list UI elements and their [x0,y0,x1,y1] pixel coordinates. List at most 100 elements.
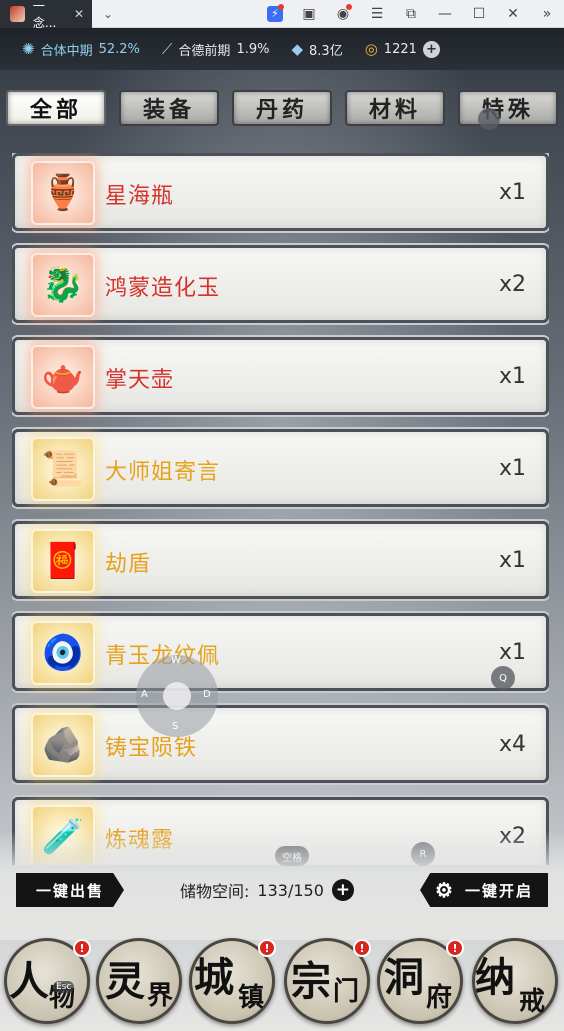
tab-materials[interactable]: 材料 [345,90,445,126]
key-d: D [203,689,211,700]
nav-character-big: 人 [9,958,49,1005]
gear-icon: ⚙ [435,878,455,902]
key-s: S [172,721,179,732]
key-w: W [171,655,181,666]
item-name: 鸿蒙造化玉 [105,276,221,301]
nav-cave-big: 洞 [384,954,424,1001]
tab-equipment[interactable]: 装备 [119,90,219,126]
nav-town-big: 城 [194,954,234,1001]
gourd-bottle-icon: 🏺 [31,161,95,225]
nav-spirit-realm-small: 界 [147,981,174,1011]
key-q[interactable]: Q [491,666,515,690]
list-item[interactable]: 🧧 劫盾 x1 [12,521,549,599]
nav-storage-ring-small: 戒 [519,987,546,1017]
sword-icon: ⟋ [161,40,173,58]
sell-all-button[interactable]: 一键出售 [16,873,124,907]
nav-storage-ring-big: 纳 [475,954,515,1001]
nav-spirit-realm-big: 灵 [105,958,145,1005]
joystick-thumb[interactable] [163,682,191,710]
tab-special[interactable]: 特殊 [458,90,558,126]
nav-sect-small: 门 [333,977,360,1007]
key-a: A [141,689,148,700]
coin-icon: ◎ [364,40,378,58]
letter-icon: 📜 [31,437,95,501]
wasd-joystick[interactable]: W A S D [136,655,218,737]
app-tab[interactable]: 一念... ✕ [0,0,92,30]
item-name: 大师姐寄言 [105,460,221,485]
nav-town-small: 镇 [238,983,265,1013]
alert-badge: ! [73,939,91,957]
key-esc: Esc [53,981,75,993]
user-account-icon[interactable]: ◉ [326,0,360,28]
nav-spirit-realm-button[interactable]: 灵 界 [96,938,182,1024]
spirit-crystal-icon: ◆ [291,40,304,58]
minimize-icon[interactable]: — [428,0,462,28]
tab-dropdown-icon[interactable]: ⌄ [92,7,124,21]
storage-label: 储物空间: [180,882,250,901]
item-quantity: x2 [498,272,526,297]
keymap-hint-dot [478,108,500,130]
window-titlebar: 一念... ✕ ⌄ ⚡ ▣ ◉ ☰ ⧉ — ☐ ✕ » [0,0,564,30]
talisman-scroll-icon: 🧧 [31,529,95,593]
item-list[interactable]: 🏺 星海瓶 x1 🐉 鸿蒙造化玉 x2 🫖 掌天壶 x1 📜 大师姐寄言 x1 … [12,153,549,865]
item-quantity: x1 [498,364,526,389]
screenshot-icon[interactable]: ⧉ [394,0,428,28]
nav-sect-big: 宗 [291,958,331,1005]
spirit-stone-value: 8.3亿 [309,43,343,59]
spirit-stone-count: ◆ 8.3亿 [291,40,342,59]
expand-storage-button[interactable]: + [331,879,354,901]
list-item[interactable]: 📜 大师姐寄言 x1 [12,429,549,507]
item-quantity: x1 [498,640,526,665]
item-quantity: x1 [498,180,526,205]
realm1-pct: 52.2% [98,41,140,57]
currency-count: ◎ 1221 + [365,40,440,58]
menu-icon[interactable]: ☰ [360,0,394,28]
jade-pendant-icon: 🧿 [31,621,95,685]
bottom-navigation: 人 物 Esc ! 灵 界 城 镇 ! 宗 门 ! 洞 府 ! 纳 戒 [0,934,564,1031]
lightning-icon[interactable]: ⚡ [258,0,292,28]
app-tab-title: 一念... [32,0,57,30]
realm-progress-2: ⟋ 合德前期 1.9% [162,40,270,59]
meteorite-ore-icon: 🪨 [31,713,95,777]
storage-value: 133/150 [257,880,324,900]
item-quantity: x1 [498,456,526,481]
currency-value: 1221 [383,41,417,57]
list-item[interactable]: 🐉 鸿蒙造化玉 x2 [12,245,549,323]
inventory-screen: 全部 装备 丹药 材料 特殊 🏺 星海瓶 x1 🐉 鸿蒙造化玉 x2 🫖 掌天壶… [0,70,564,1031]
app-logo-icon [10,5,25,22]
teapot-icon: 🫖 [31,345,95,409]
list-item[interactable]: 🫖 掌天壶 x1 [12,337,549,415]
item-name: 掌天壶 [105,368,175,393]
gift-box-icon[interactable]: ▣ [292,0,326,28]
nav-cave-button[interactable]: 洞 府 ! [377,938,464,1024]
storage-capacity: 储物空间: 133/150 + [180,878,354,902]
tab-pills[interactable]: 丹药 [232,90,332,126]
realm1-name: 合体中期 [40,43,93,59]
item-quantity: x1 [498,548,526,573]
add-currency-button[interactable]: + [422,40,440,58]
list-item[interactable]: 🪨 铸宝陨铁 x4 [12,705,549,783]
item-name: 劫盾 [105,552,152,577]
item-name: 星海瓶 [105,184,175,209]
tab-all[interactable]: 全部 [6,90,106,126]
nav-sect-button[interactable]: 宗 门 ! [284,938,371,1024]
maximize-icon[interactable]: ☐ [462,0,496,28]
alert-badge: ! [446,939,464,957]
realm-progress-1: ✺ 合体中期 52.2% [22,40,140,59]
nav-cave-small: 府 [426,983,453,1013]
realm2-name: 合德前期 [178,43,231,59]
nav-town-button[interactable]: 城 镇 ! [189,938,276,1024]
alert-badge: ! [258,939,276,957]
realm2-pct: 1.9% [236,41,270,57]
fan-icon: ✺ [22,40,35,58]
collapse-sidebar-icon[interactable]: » [530,0,564,28]
open-all-button[interactable]: ⚙ 一键开启 [420,873,548,907]
list-item[interactable]: 🏺 星海瓶 x1 [12,153,549,231]
close-window-icon[interactable]: ✕ [496,0,530,28]
alert-badge: ! [353,939,371,957]
nav-storage-ring-button[interactable]: 纳 戒 [472,938,558,1024]
close-tab-icon[interactable]: ✕ [74,7,84,21]
player-status-bar: ✺ 合体中期 52.2% ⟋ 合德前期 1.9% ◆ 8.3亿 ◎ 1221 + [0,28,564,70]
list-item[interactable]: 🧿 青玉龙纹佩 x1 [12,613,549,691]
nav-character-button[interactable]: 人 物 Esc ! [4,938,91,1024]
